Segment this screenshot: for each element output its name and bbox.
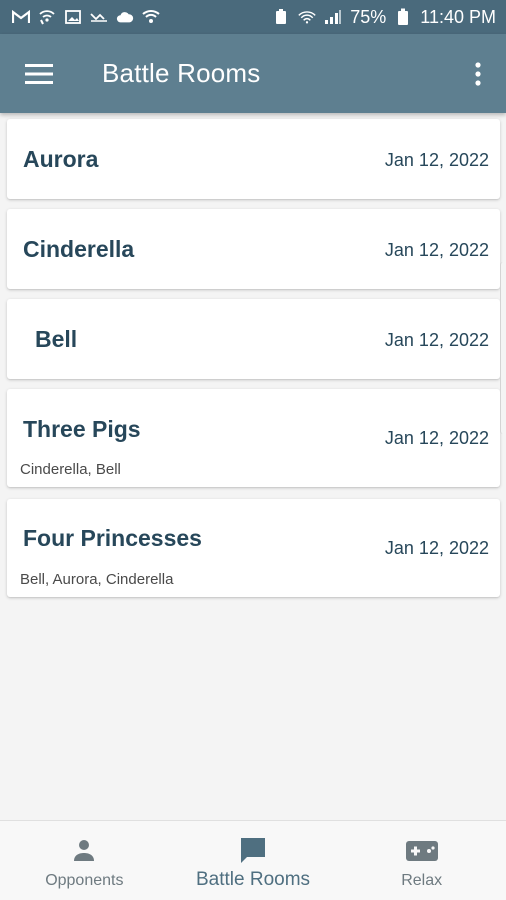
room-name: Bell [35,326,78,352]
room-members: Cinderella, Bell [20,461,121,478]
bottom-navigation: Opponents Battle Rooms Relax [0,820,506,900]
more-vert-icon[interactable] [472,58,484,90]
room-date: Jan 12, 2022 [384,428,489,448]
nav-label: Opponents [45,872,124,889]
cloud-icon [116,9,134,25]
room-card-four-princesses[interactable]: Four Princesses Jan 12, 2022 Bell, Auror… [7,499,500,597]
gamepad-icon [405,841,438,866]
chat-bubble-icon [238,835,268,870]
status-right: 75% 11:40 PM [272,7,496,28]
nav-label: Battle Rooms [195,869,311,890]
gmail-icon [12,9,30,25]
person-icon [73,839,95,866]
gallery-icon [64,9,82,25]
room-date: Jan 12, 2022 [384,538,489,558]
battery-percent: 75% [350,6,387,27]
hamburger-menu-icon[interactable] [24,60,54,88]
nav-battle-rooms[interactable]: Battle Rooms [169,821,338,900]
room-date: Jan 12, 2022 [384,240,489,260]
room-name: Aurora [23,146,99,172]
room-name: Three Pigs [23,416,141,442]
room-date: Jan 12, 2022 [384,150,489,170]
status-bar: 75% 11:40 PM [0,0,506,34]
page-title: Battle Rooms [102,58,261,88]
room-card-aurora[interactable]: Aurora Jan 12, 2022 [7,119,500,199]
status-left [12,9,160,25]
nav-opponents[interactable]: Opponents [0,821,169,900]
room-date: Jan 12, 2022 [384,330,489,350]
room-card-bell[interactable]: Bell Jan 12, 2022 [7,299,500,379]
nav-label: Relax [401,872,443,889]
clock: 11:40 PM [420,6,496,27]
missed-call-icon [90,9,108,25]
wifi-icon [298,9,316,25]
nav-relax[interactable]: Relax [337,821,506,900]
side-drawer-edge[interactable] [500,262,506,434]
wifi-call-icon [38,9,56,25]
battery-saver-icon [272,9,290,25]
app-bar: Battle Rooms [0,34,506,113]
room-name: Four Princesses [23,525,202,551]
signal-icon [324,9,342,25]
room-card-three-pigs[interactable]: Three Pigs Jan 12, 2022 Cinderella, Bell [7,389,500,487]
battery-icon [394,8,412,25]
room-card-cinderella[interactable]: Cinderella Jan 12, 2022 [7,209,500,289]
room-name: Cinderella [23,236,135,262]
room-members: Bell, Aurora, Cinderella [20,571,174,588]
shield-icon [142,9,160,25]
